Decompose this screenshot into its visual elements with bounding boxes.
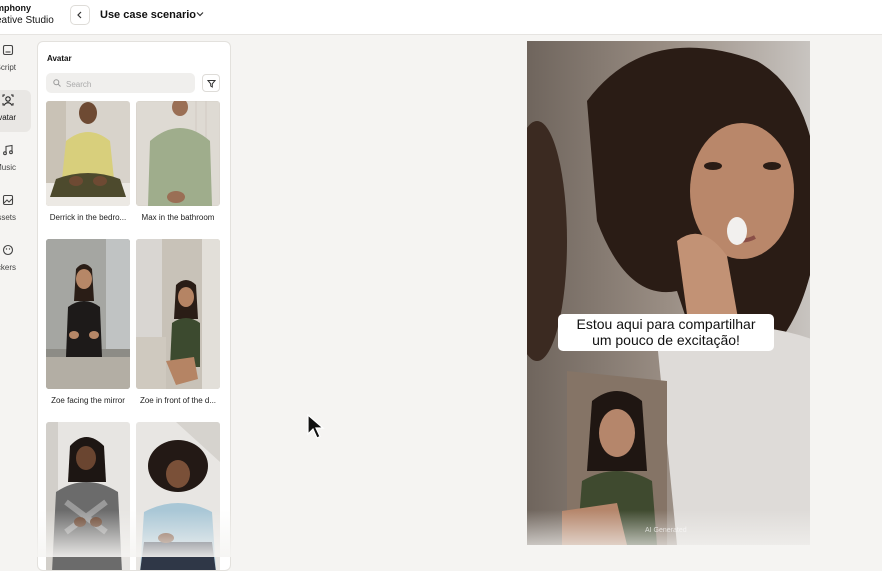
- back-button[interactable]: [70, 5, 90, 25]
- avatar-name: Zoe in front of the d...: [139, 396, 217, 405]
- panel-title: Avatar: [47, 54, 72, 63]
- sidebar-item-label: Avatar: [0, 113, 16, 122]
- avatar-card[interactable]: Zoe in front of the d...: [136, 239, 220, 405]
- subtitle-caption: Estou aqui para compartilhar um pouco de…: [558, 314, 774, 351]
- avatar-name: Max in the bathroom: [141, 213, 215, 222]
- avatar-thumbnail: [136, 422, 220, 570]
- assets-icon: [2, 194, 14, 206]
- avatar-card[interactable]: Derrick in the bedro...: [46, 101, 130, 222]
- stickers-icon: [2, 244, 14, 256]
- avatar-panel: Avatar Derrick in the bedro...: [37, 41, 231, 571]
- script-icon: [2, 44, 14, 56]
- brand-name-line1: mphony: [0, 3, 31, 13]
- sidebar-item-avatar[interactable]: Avatar: [0, 90, 31, 132]
- search-box: [46, 73, 195, 93]
- caption-line-1: Estou aqui para compartilhar: [576, 316, 756, 332]
- sidebar-item-label: Stickers: [0, 263, 16, 272]
- brand-name-line2: eative Studio: [0, 15, 54, 26]
- sidebar-item-label: Script: [0, 63, 16, 72]
- filter-button[interactable]: [202, 74, 220, 92]
- sidebar-item-label: Assets: [0, 213, 16, 222]
- avatar-thumbnail: [46, 101, 130, 206]
- search-input[interactable]: [64, 76, 193, 92]
- avatar-card[interactable]: Max in the bathroom: [136, 101, 220, 222]
- avatar-thumbnail: [46, 239, 130, 389]
- music-icon: [3, 144, 13, 156]
- video-preview[interactable]: Estou aqui para compartilhar um pouco de…: [527, 41, 810, 545]
- filter-icon: [206, 79, 216, 88]
- avatar-thumbnail: [136, 101, 220, 206]
- avatar-card[interactable]: [46, 422, 130, 570]
- sidebar-item-music[interactable]: Music: [0, 140, 31, 182]
- chevron-left-icon: [77, 11, 82, 19]
- mouse-cursor-icon: [307, 414, 325, 439]
- top-bar: mphony eative Studio Use case scenario: [0, 0, 882, 35]
- ai-watermark: AI Generated: [645, 527, 687, 534]
- chevron-down-icon[interactable]: [195, 8, 205, 20]
- avatar-card[interactable]: Zoe facing the mirror: [46, 239, 130, 405]
- avatar-thumbnail: [136, 239, 220, 389]
- sidebar-item-script[interactable]: Script: [0, 40, 31, 82]
- caption-line-2: um pouco de excitação!: [592, 332, 740, 348]
- sidebar-item-label: Music: [0, 163, 16, 172]
- search-icon: [53, 79, 61, 87]
- preview-frame: [527, 41, 810, 545]
- avatar-icon: [2, 94, 14, 106]
- avatar-thumbnail: [46, 422, 130, 570]
- page-title: Use case scenario: [100, 9, 197, 21]
- sidebar-item-stickers[interactable]: Stickers: [0, 240, 31, 282]
- avatar-name: Derrick in the bedro...: [49, 213, 127, 222]
- avatar-name: Zoe facing the mirror: [51, 396, 125, 405]
- sidebar-item-assets[interactable]: Assets: [0, 190, 31, 232]
- brand-logo[interactable]: mphony eative Studio: [0, 3, 54, 26]
- avatar-card[interactable]: [136, 422, 220, 570]
